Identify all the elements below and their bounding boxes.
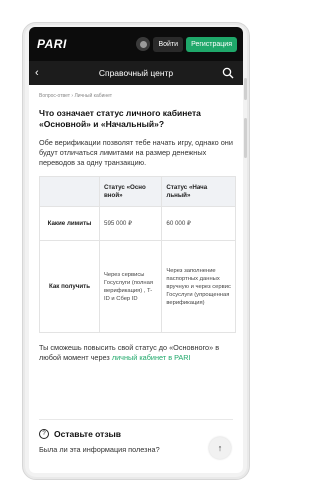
screen: PARI Войти Регистрация ‹ Справочный цент… — [29, 27, 243, 473]
table-cell: Через заполнение паспортных данных вручн… — [161, 240, 236, 333]
divider — [39, 419, 233, 420]
pari-logo[interactable]: PARI — [37, 37, 67, 51]
status-table: Статус «Осно вной» Статус «Нача льный» К… — [39, 176, 236, 333]
table-header: Статус «Нача льный» — [161, 176, 236, 207]
cabinet-link[interactable]: личный кабинет в PARI — [112, 353, 191, 362]
intro-paragraph: Обе верификации позволят тебе начать игр… — [39, 138, 233, 167]
phone-side-button — [244, 118, 247, 158]
table-row: Как получить Через сервисы Госуслуги (по… — [39, 240, 236, 333]
table-row: Какие лимиты 595 000 ₽ 60 000 ₽ — [39, 206, 236, 241]
page-title: Справочный центр — [98, 68, 174, 78]
review-title: Оставьте отзыв — [54, 429, 122, 439]
register-button[interactable]: Регистрация — [186, 36, 237, 52]
table-cell: Через сервисы Госуслуги (полная верифика… — [98, 240, 163, 333]
review-question: Была ли эта информация полезна? — [39, 445, 160, 454]
phone-side-button — [244, 78, 247, 100]
top-bar: PARI Войти Регистрация — [29, 27, 243, 61]
chevron-left-icon[interactable]: ‹ — [35, 67, 53, 79]
question-title: Что означает статус личного кабинета «Ос… — [39, 108, 201, 129]
question-icon: ? — [39, 429, 49, 439]
breadcrumb[interactable]: Вопрос-ответ › Личный кабинет — [39, 93, 236, 99]
page-header: ‹ Справочный центр — [29, 61, 243, 85]
theme-toggle-icon[interactable] — [136, 37, 151, 51]
footer-paragraph: Ты сможешь повысить свой статус до «Осно… — [39, 343, 236, 363]
table-cell: 595 000 ₽ — [98, 206, 163, 241]
table-header — [39, 176, 100, 207]
review-section: ? Оставьте отзыв — [39, 429, 121, 439]
table-cell: Какие лимиты — [39, 206, 100, 241]
article: Вопрос-ответ › Личный кабинет Что означа… — [29, 85, 243, 363]
login-button[interactable]: Войти — [153, 36, 184, 52]
table-cell: Как получить — [39, 240, 100, 333]
table-cell: 60 000 ₽ — [161, 206, 236, 241]
scroll-to-top-button[interactable]: ↑ — [209, 437, 231, 459]
table-header: Статус «Осно вной» — [98, 176, 163, 207]
search-icon[interactable] — [219, 64, 237, 82]
